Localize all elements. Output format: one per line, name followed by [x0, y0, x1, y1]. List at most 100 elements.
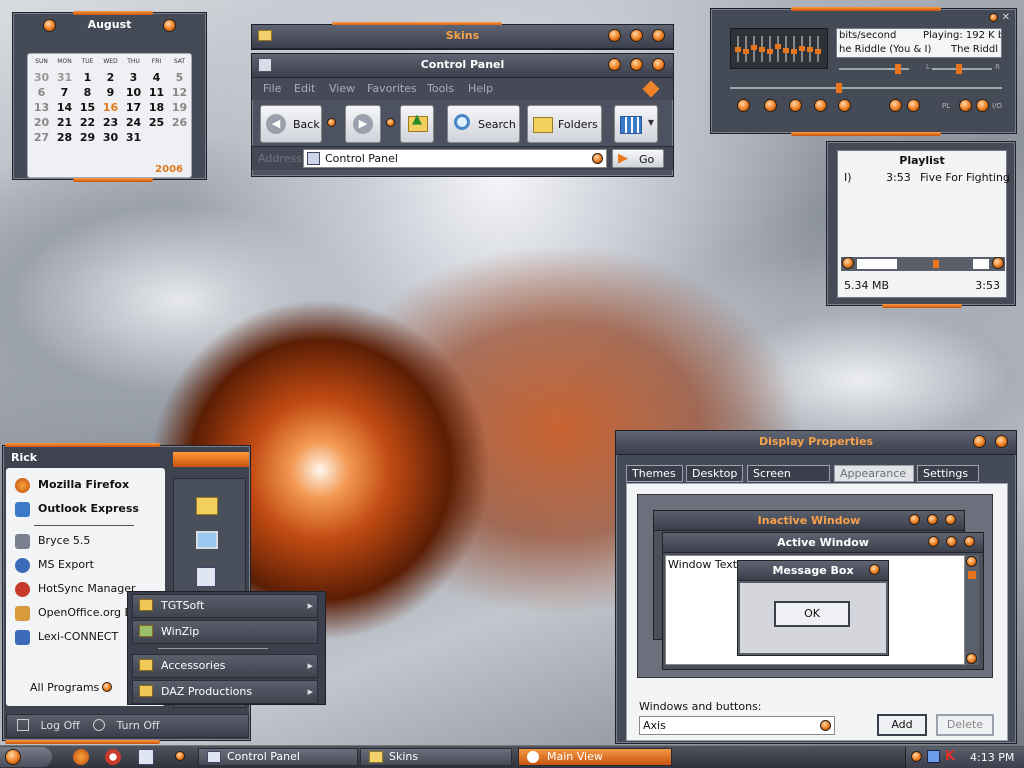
scroll-track[interactable] [857, 259, 897, 269]
maximize-button[interactable] [630, 29, 643, 42]
logoff-button[interactable]: Log Off [17, 719, 80, 732]
media-player[interactable]: ✕ bits/second Playing: 192 K bi he Riddl… [710, 7, 1017, 136]
calendar-day[interactable]: 31 [53, 71, 76, 84]
pause-button[interactable] [789, 99, 802, 112]
turnoff-button[interactable]: Turn Off [93, 719, 160, 732]
repeat-button[interactable] [907, 99, 920, 112]
calendar-day[interactable]: 25 [145, 116, 168, 129]
calendar-day[interactable]: 17 [122, 101, 145, 114]
start-button[interactable] [0, 747, 52, 767]
calendar-day[interactable]: 2 [99, 71, 122, 84]
shuffle-button[interactable] [889, 99, 902, 112]
eq-knob[interactable] [783, 48, 789, 54]
menu-favorites[interactable]: Favorites [367, 82, 417, 95]
seek-knob[interactable] [836, 83, 842, 93]
playlist-scrollbar[interactable] [841, 257, 1005, 271]
volume-slider[interactable] [839, 64, 909, 74]
menu-view[interactable]: View [329, 82, 355, 95]
up-button[interactable]: ▲ [400, 105, 434, 143]
tab-screensaver[interactable]: Screen Saver [747, 465, 830, 496]
forward-dropdown-button[interactable] [386, 118, 395, 127]
calendar-day[interactable]: 4 [145, 71, 168, 84]
windows-buttons-select[interactable]: Axis [639, 716, 835, 735]
menu-edit[interactable]: Edit [294, 82, 315, 95]
calendar-day[interactable]: 21 [53, 116, 76, 129]
go-button[interactable]: ▶ Go [612, 149, 664, 168]
balance-slider[interactable]: L R [926, 63, 1000, 74]
start-item-firefox[interactable]: Mozilla Firefox [12, 474, 162, 496]
quicklaunch-desktop-icon[interactable] [138, 749, 154, 765]
calendar-day[interactable]: 8 [76, 86, 99, 99]
submenu-item-accessories[interactable]: Accessories ▸ [132, 654, 318, 678]
antivirus-icon[interactable]: K [945, 749, 955, 764]
start-item-bryce[interactable]: Bryce 5.5 [12, 530, 162, 552]
calendar-day[interactable]: 9 [99, 86, 122, 99]
close-button[interactable] [652, 29, 665, 42]
eq-knob[interactable] [751, 44, 757, 50]
folders-button[interactable]: Folders [527, 105, 602, 143]
submenu-item-winzip[interactable]: WinZip [132, 620, 318, 644]
playlist-row[interactable]: I) 3:53 Five For Fighting [838, 169, 1010, 185]
network-icon[interactable] [927, 750, 940, 763]
eq-knob[interactable] [807, 47, 813, 52]
quicklaunch-opera-icon[interactable] [105, 749, 121, 765]
back-dropdown-button[interactable] [327, 118, 336, 127]
io-button[interactable] [976, 99, 989, 112]
start-item-outlook[interactable]: Outlook Express [12, 498, 162, 520]
close-button[interactable] [995, 435, 1008, 448]
skins-window[interactable]: Skins [251, 22, 674, 50]
playlist-window[interactable]: Playlist I) 3:53 Five For Fighting 5.34 … [826, 141, 1016, 308]
all-programs-button[interactable]: All Programs [30, 681, 130, 699]
address-field[interactable]: Control Panel [303, 149, 607, 168]
playlist-toggle-button[interactable] [959, 99, 972, 112]
task-skins[interactable]: Skins [360, 748, 512, 766]
calendar-day[interactable]: 12 [168, 86, 191, 99]
eq-knob[interactable] [735, 47, 741, 52]
submenu-item-daz[interactable]: DAZ Productions ▸ [132, 680, 318, 704]
back-button[interactable]: ◀ Back [260, 105, 322, 143]
eq-knob[interactable] [775, 43, 781, 49]
tab-desktop[interactable]: Desktop [686, 465, 743, 482]
calendar-day[interactable]: 5 [168, 71, 191, 84]
tray-expand-button[interactable] [911, 751, 922, 762]
eq-knob[interactable] [743, 49, 749, 55]
next-track-button[interactable] [838, 99, 851, 112]
seek-bar[interactable] [730, 83, 1002, 93]
calendar-day[interactable]: 24 [122, 116, 145, 129]
calendar-day[interactable]: 22 [76, 116, 99, 129]
calendar-day[interactable]: 16 [99, 101, 122, 114]
task-main-view[interactable]: Main View [518, 748, 672, 766]
quicklaunch-expand-button[interactable] [175, 751, 185, 761]
calendar-day[interactable]: 15 [76, 101, 99, 114]
scroll-thumb[interactable] [933, 260, 939, 268]
display-properties-window[interactable]: Display Properties Themes Desktop Screen… [615, 430, 1017, 744]
player-close-button[interactable]: ✕ [1002, 13, 1010, 23]
calendar-day[interactable]: 23 [99, 116, 122, 129]
forward-button[interactable]: ▶ [345, 105, 381, 143]
views-button[interactable]: ▼ [614, 105, 658, 143]
minimize-button[interactable] [608, 29, 621, 42]
calendar-day[interactable]: 27 [30, 131, 53, 144]
select-dropdown-button[interactable] [820, 720, 831, 731]
menu-help[interactable]: Help [468, 82, 493, 95]
calendar-day[interactable]: 10 [122, 86, 145, 99]
calendar-day[interactable]: 3 [122, 71, 145, 84]
calendar-day[interactable]: 29 [76, 131, 99, 144]
calendar-day[interactable]: 30 [30, 71, 53, 84]
address-dropdown-button[interactable] [592, 153, 603, 164]
calendar-day[interactable]: 31 [122, 131, 145, 144]
calendar-day[interactable]: 7 [53, 86, 76, 99]
clock[interactable]: 4:13 PM [970, 751, 1014, 764]
calendar-day[interactable]: 20 [30, 116, 53, 129]
calendar-day[interactable]: 1 [76, 71, 99, 84]
control-panel-shortcut-icon[interactable] [196, 567, 216, 587]
menu-file[interactable]: File [263, 82, 281, 95]
calendar-day[interactable]: 11 [145, 86, 168, 99]
my-documents-icon[interactable] [196, 497, 218, 515]
delete-button[interactable]: Delete [936, 714, 994, 736]
calendar-day[interactable]: 14 [53, 101, 76, 114]
minimize-button[interactable] [608, 58, 621, 71]
calendar-day[interactable]: 6 [30, 86, 53, 99]
volume-knob[interactable] [895, 64, 901, 74]
next-month-button[interactable] [163, 19, 176, 32]
